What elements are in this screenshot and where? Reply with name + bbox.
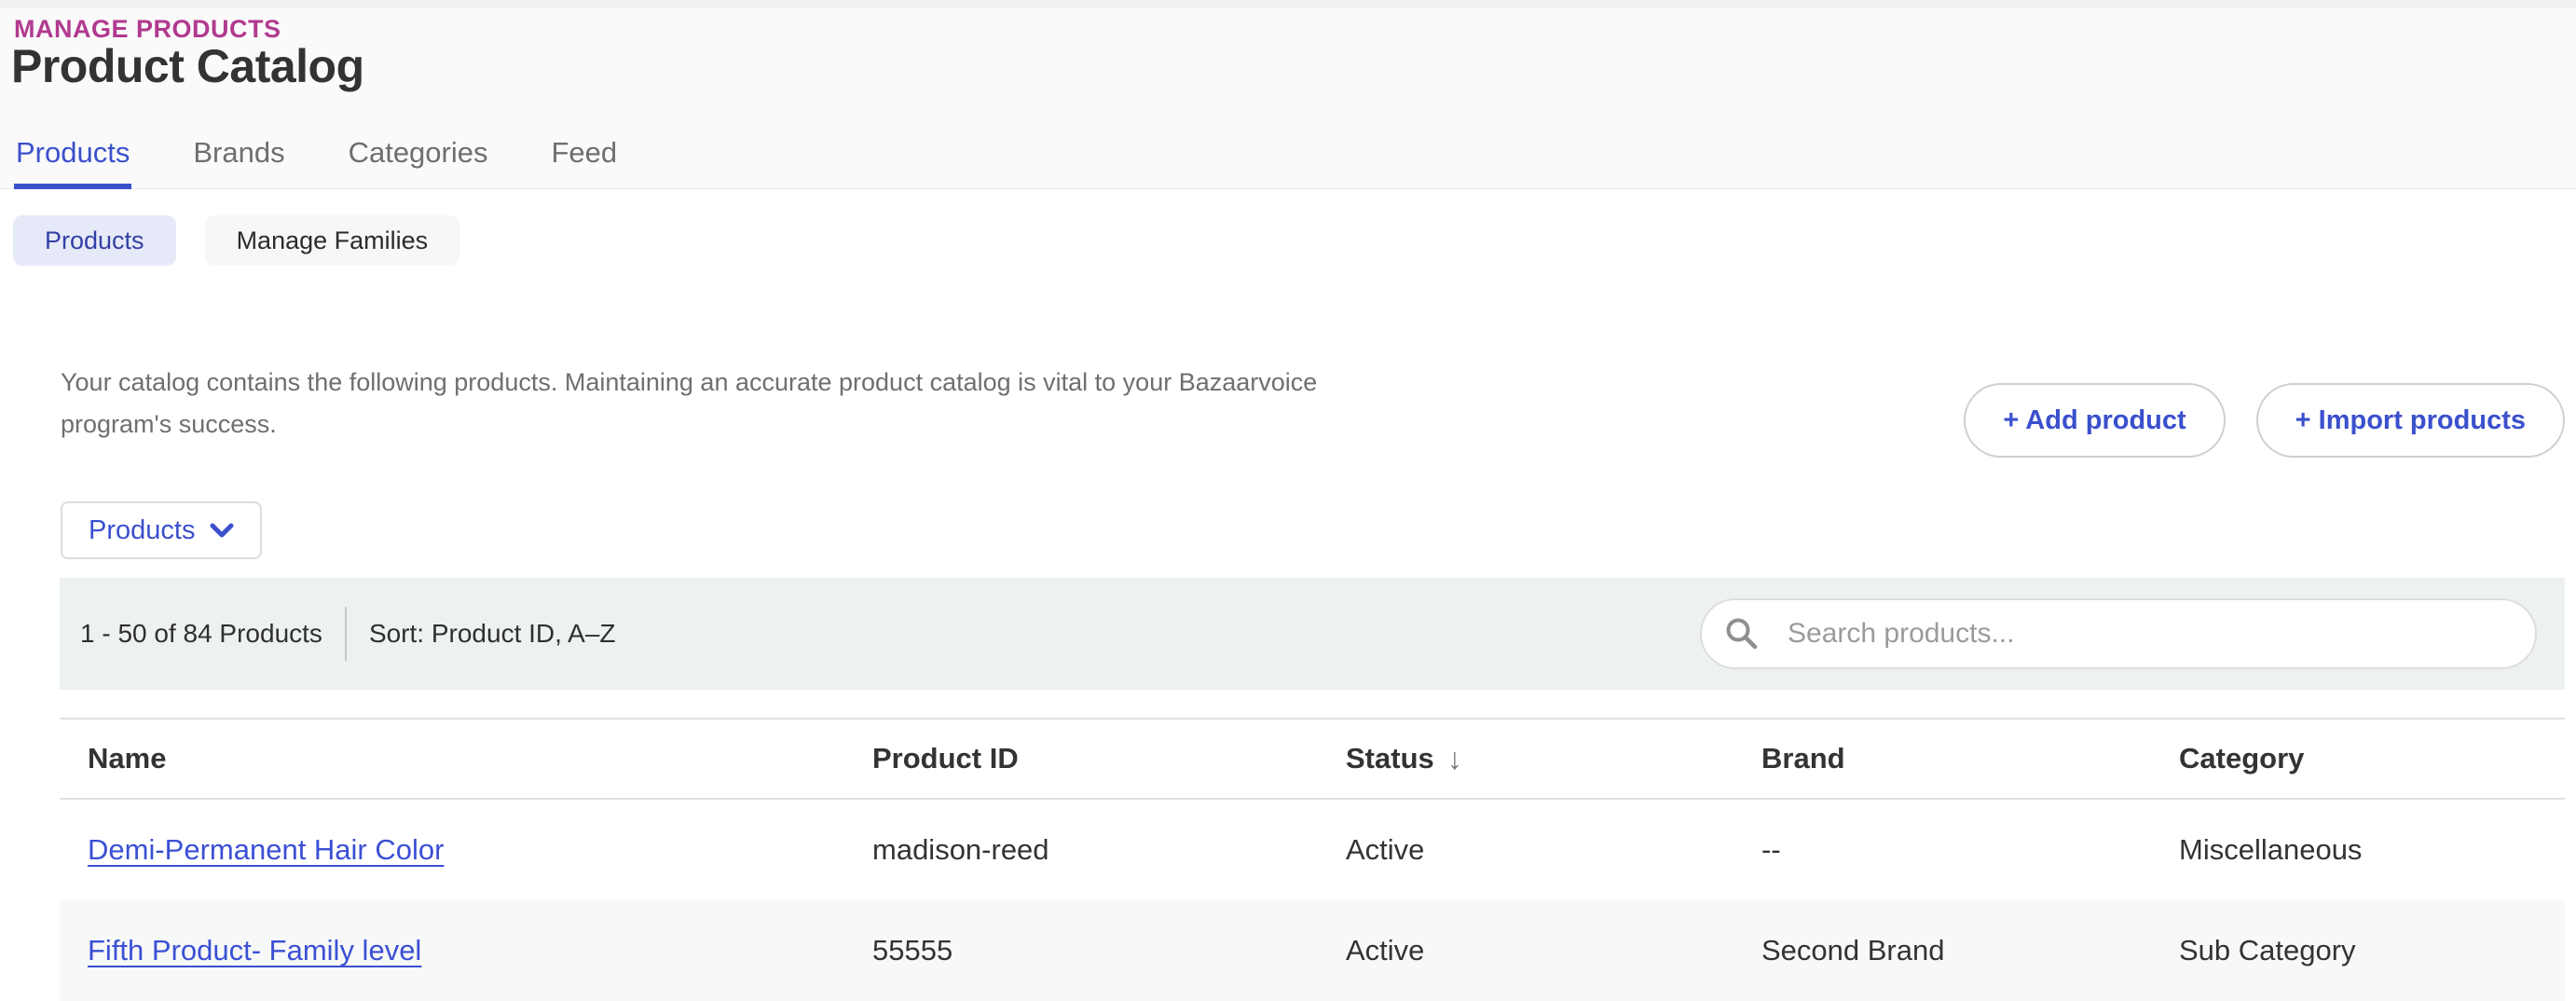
toolbar-divider: [345, 607, 347, 661]
intro-text: Your catalog contains the following prod…: [61, 362, 1317, 446]
scope-dropdown-label: Products: [89, 515, 195, 546]
sort-status: Sort: Product ID, A–Z: [369, 619, 616, 649]
cell-category: Miscellaneous: [2151, 833, 2565, 867]
window-top-edge: [0, 0, 2576, 7]
cell-name: Demi-Permanent Hair Color: [60, 833, 844, 867]
column-header-name[interactable]: Name: [60, 742, 844, 775]
action-buttons: + Add product + Import products: [1964, 383, 2565, 458]
import-products-button[interactable]: + Import products: [2256, 383, 2565, 458]
subnav-pill-products[interactable]: Products: [13, 215, 176, 266]
tab-brands[interactable]: Brands: [191, 136, 286, 189]
tab-bar: Products Brands Categories Feed: [14, 136, 619, 189]
column-header-category[interactable]: Category: [2151, 742, 2565, 775]
cell-status: Active: [1318, 833, 1733, 867]
column-header-brand[interactable]: Brand: [1733, 742, 2151, 775]
tab-categories[interactable]: Categories: [347, 136, 490, 189]
scope-dropdown[interactable]: Products: [61, 501, 262, 559]
cell-brand: Second Brand: [1733, 934, 2151, 967]
catalog-toolbar: 1 - 50 of 84 Products Sort: Product ID, …: [60, 578, 2565, 690]
table-row: Demi-Permanent Hair Color madison-reed A…: [60, 800, 2565, 900]
cell-category: Sub Category: [2151, 934, 2565, 967]
subnav-pill-manage-families[interactable]: Manage Families: [205, 215, 460, 266]
cell-name: Fifth Product- Family level: [60, 934, 844, 967]
products-table: Name Product ID Status ↓ Brand Category …: [60, 718, 2565, 1001]
cell-product-id: 55555: [844, 934, 1318, 967]
search-box: [1700, 598, 2537, 669]
result-count: 1 - 50 of 84 Products: [80, 619, 322, 649]
search-input[interactable]: [1700, 598, 2537, 669]
column-header-product-id[interactable]: Product ID: [844, 742, 1318, 775]
cell-product-id: madison-reed: [844, 833, 1318, 867]
cell-brand: --: [1733, 833, 2151, 867]
product-link[interactable]: Demi-Permanent Hair Color: [88, 833, 444, 866]
column-header-status[interactable]: Status ↓: [1318, 742, 1733, 775]
chevron-down-icon: [210, 522, 234, 539]
page-header: MANAGE PRODUCTS Product Catalog Products…: [0, 0, 2576, 189]
cell-status: Active: [1318, 934, 1733, 967]
add-product-button[interactable]: + Add product: [1964, 383, 2225, 458]
table-header-row: Name Product ID Status ↓ Brand Category: [60, 718, 2565, 800]
product-link[interactable]: Fifth Product- Family level: [88, 934, 421, 967]
tab-feed[interactable]: Feed: [550, 136, 620, 189]
subnav-pills: Products Manage Families: [13, 215, 459, 266]
intro-line-1: Your catalog contains the following prod…: [61, 362, 1317, 404]
arrow-down-icon: ↓: [1447, 744, 1462, 774]
tab-products[interactable]: Products: [14, 136, 131, 189]
intro-line-2: program's success.: [61, 404, 1317, 446]
page-title: Product Catalog: [11, 39, 364, 93]
